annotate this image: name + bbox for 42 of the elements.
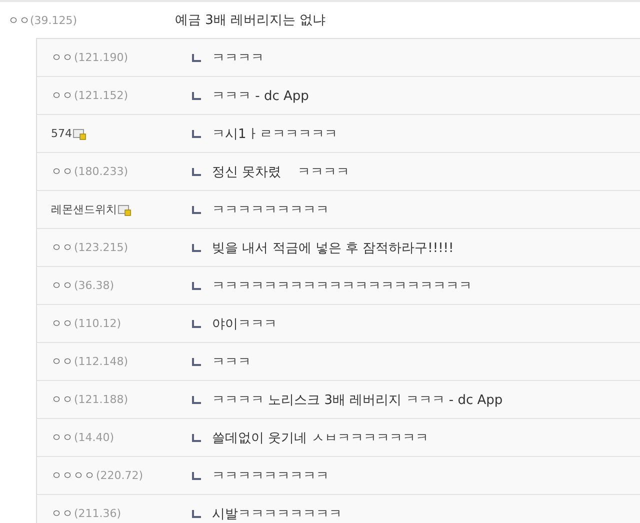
author-ip: (180.233): [74, 165, 128, 178]
author-nickname: ㅇㅇ: [51, 240, 73, 255]
author-nickname: ㅇㅇ: [51, 50, 73, 65]
reply-text: 정신 못차렸 ㅋㅋㅋㅋ: [212, 164, 350, 180]
member-icon: [73, 128, 86, 140]
author-nickname: ㅇㅇ: [51, 392, 73, 407]
author-ip: (121.188): [74, 393, 128, 406]
reply-text: 빚을 내서 적금에 넣은 후 잠적하라구!!!!!: [212, 240, 454, 256]
author-ip: (123.215): [74, 241, 128, 254]
reply-text: ㅋㅋㅋㅋ 노리스크 3배 레버리지 ㅋㅋㅋ - dc App: [212, 392, 503, 408]
author-nickname: ㅇㅇ: [51, 278, 73, 293]
author-ip: (121.190): [74, 51, 128, 64]
reply-text: ㅋㅋㅋ: [212, 354, 251, 370]
reply-text: ㅋ시1ㅏㄹㅋㅋㅋㅋㅋ: [212, 126, 338, 142]
author-ip: (121.152): [74, 89, 128, 102]
reply-text: 야이ㅋㅋㅋ: [212, 316, 277, 332]
reply-text: 시발ㅋㅋㅋㅋㅋㅋㅋㅋ: [212, 506, 342, 522]
author-nickname: ㅇㅇ: [51, 316, 73, 331]
author-nickname: ㅇㅇ: [8, 12, 30, 28]
author-nickname: 574: [51, 127, 72, 140]
author-ip: (112.148): [74, 355, 128, 368]
author-nickname: ㅇㅇ: [51, 88, 73, 103]
reply-text: ㅋㅋㅋㅋㅋㅋㅋㅋㅋ: [212, 202, 329, 218]
author-ip: (110.12): [74, 317, 122, 330]
comment-text: 예금 3배 레버리지는 없냐: [175, 12, 326, 29]
member-icon: [118, 204, 131, 216]
author-ip: (14.40): [74, 431, 114, 444]
author-nickname: ㅇㅇㅇㅇ: [51, 468, 95, 483]
author-nickname: ㅇㅇ: [51, 164, 73, 179]
author-ip: (211.36): [74, 507, 122, 520]
reply-text: ㅋㅋㅋㅋㅋㅋㅋㅋㅋ: [212, 468, 329, 484]
author-nickname: 레몬샌드위치: [51, 202, 117, 217]
author-ip: (220.72): [96, 469, 144, 482]
reply-text: ㅋㅋㅋ - dc App: [212, 88, 309, 104]
reply-text: 쓸데없이 웃기네 ㅅㅂㅋㅋㅋㅋㅋㅋㅋ: [212, 430, 428, 446]
author-nickname: ㅇㅇ: [51, 430, 73, 445]
reply-text: ㅋㅋㅋㅋ: [212, 50, 264, 66]
author-nickname: ㅇㅇ: [51, 506, 73, 521]
author-nickname: ㅇㅇ: [51, 354, 73, 369]
author-ip: (36.38): [74, 279, 114, 292]
reply-text: ㅋㅋㅋㅋㅋㅋㅋㅋㅋㅋㅋㅋㅋㅋㅋㅋㅋㅋㅋㅋ: [212, 278, 472, 294]
author-ip: (39.125): [30, 14, 78, 26]
